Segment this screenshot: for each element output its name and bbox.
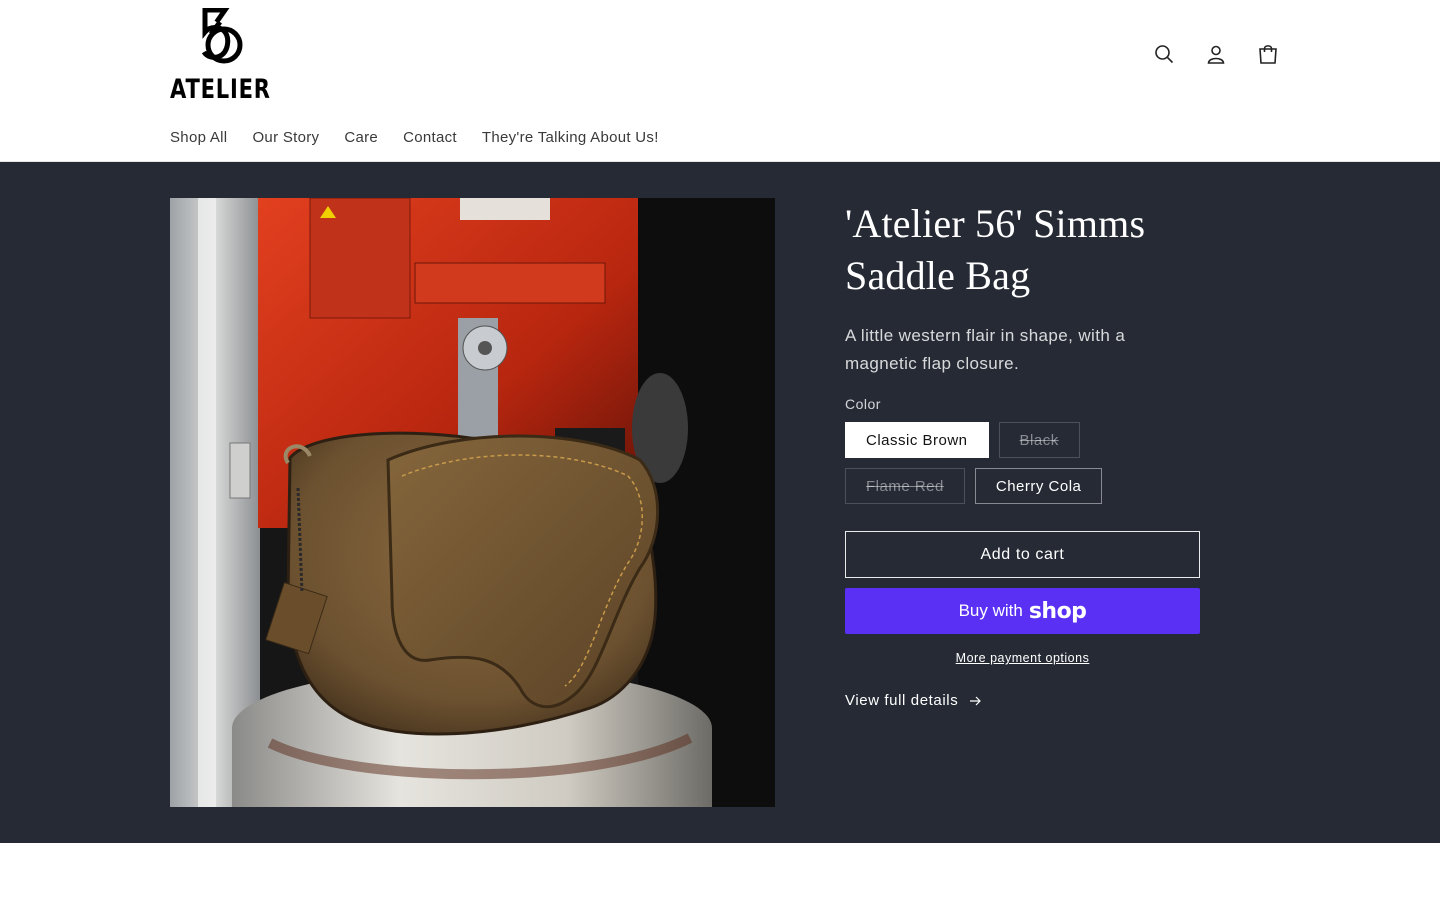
main-navigation: Shop All Our Story Care Contact They're …	[170, 129, 659, 146]
nav-press[interactable]: They're Talking About Us!	[482, 129, 659, 146]
product-image[interactable]	[170, 198, 775, 807]
product-description: A little western flair in shape, with a …	[845, 326, 1126, 373]
brand-logo[interactable]: ATELIER	[170, 8, 272, 105]
product-title: 'Atelier 56' Simms Saddle Bag	[845, 201, 1146, 298]
add-to-cart-button[interactable]: Add to cart	[845, 531, 1200, 578]
color-option-black[interactable]: Black	[998, 422, 1080, 458]
nav-care[interactable]: Care	[344, 129, 378, 146]
nav-contact[interactable]: Contact	[403, 129, 457, 146]
search-icon[interactable]	[1150, 40, 1178, 68]
product-info: 'Atelier 56' Simms Saddle Bag A little w…	[845, 198, 1205, 709]
more-payment-options-link[interactable]: More payment options	[845, 651, 1200, 665]
color-option-label: Color	[845, 396, 881, 412]
header-actions	[1150, 40, 1282, 68]
arrow-right-icon	[970, 696, 982, 705]
site-header: ATELIER Shop All Our Story Care Contact …	[0, 0, 1440, 162]
product-photo	[170, 198, 775, 807]
color-option-classic-brown[interactable]: Classic Brown	[845, 422, 989, 458]
shop-pay-logo: shop	[1028, 598, 1087, 624]
color-options: Classic Brown Black Flame Red Cherry Col…	[845, 422, 1135, 504]
brand-wordmark: ATELIER	[170, 74, 271, 105]
color-option-flame-red[interactable]: Flame Red	[845, 468, 965, 504]
nav-our-story[interactable]: Our Story	[252, 129, 319, 146]
cart-icon[interactable]	[1254, 40, 1282, 68]
view-full-details-label: View full details	[845, 692, 959, 709]
nav-shop-all[interactable]: Shop All	[170, 129, 227, 146]
atelier-56-logo-mark	[201, 8, 243, 64]
color-option-cherry-cola[interactable]: Cherry Cola	[974, 468, 1103, 504]
buy-with-shop-button[interactable]: Buy with shop	[845, 588, 1200, 634]
view-full-details-link[interactable]: View full details	[845, 692, 1205, 709]
buy-with-label: Buy with	[958, 601, 1023, 620]
account-icon[interactable]	[1202, 40, 1230, 68]
product-section: 'Atelier 56' Simms Saddle Bag A little w…	[0, 162, 1440, 843]
